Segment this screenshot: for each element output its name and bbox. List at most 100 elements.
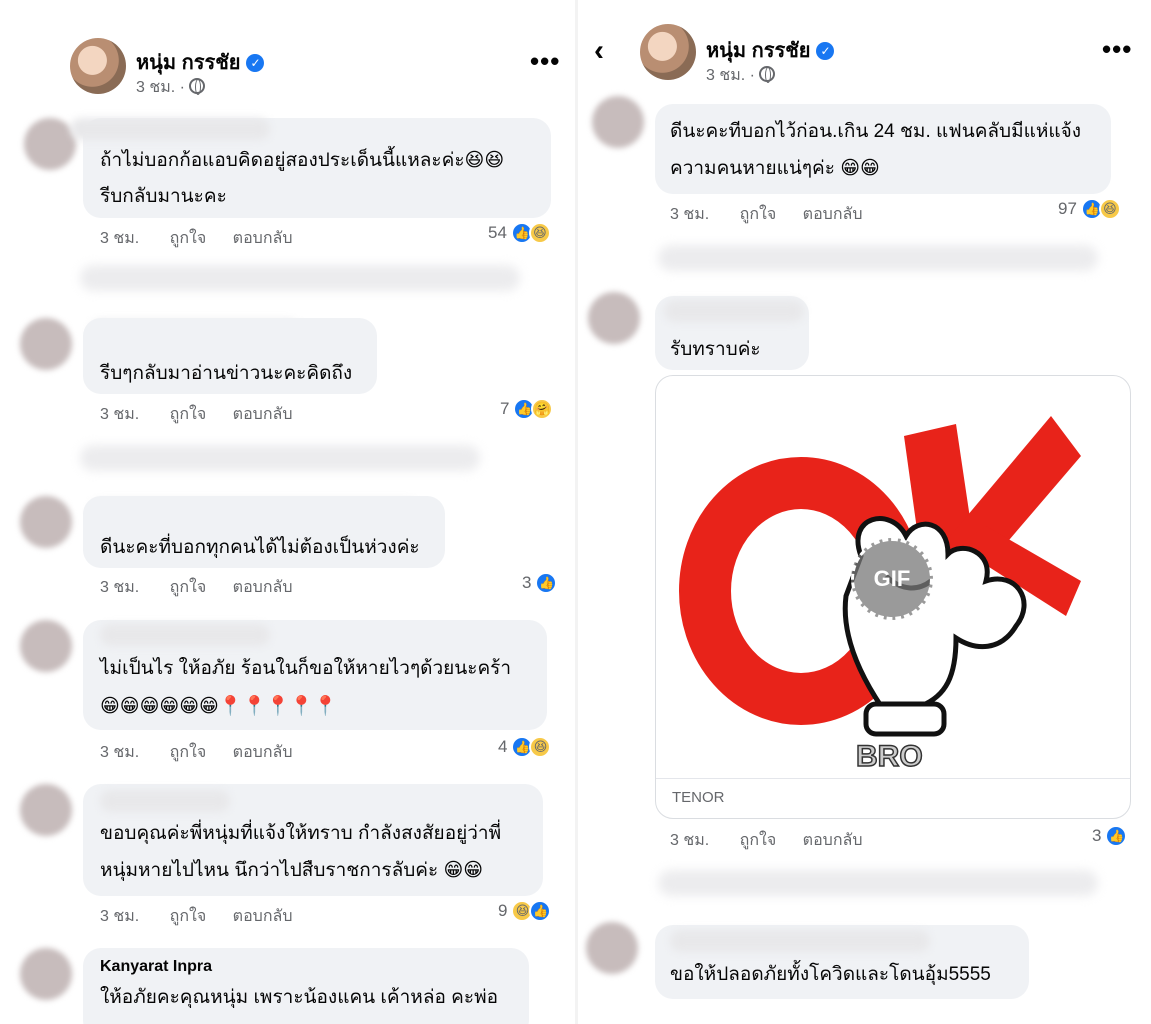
reaction-count: 3 [1092, 826, 1102, 845]
blurred-hidden-comment [658, 870, 1098, 896]
reply-button[interactable]: ตอบกลับ [233, 904, 293, 929]
comment-time[interactable]: 3 ชม. [100, 904, 139, 929]
reaction-summary[interactable]: 9 😆 👍 [498, 900, 552, 922]
comment-time[interactable]: 3 ชม. [100, 740, 139, 765]
reaction-count: 54 [488, 223, 507, 242]
comment-text-line: ขอบคุณค่ะพี่หนุ่มที่แจ้งให้ทราบ กำลังสงส… [100, 823, 502, 844]
comment-time[interactable]: 3 ชม. [100, 226, 139, 251]
like-button[interactable]: ถูกใจ [170, 226, 207, 251]
comment-time[interactable]: 3 ชม. [100, 402, 139, 427]
reaction-summary[interactable]: 97 👍 😆 [1058, 198, 1121, 220]
haha-icon: 😆 [529, 736, 552, 758]
comment-text-line: ขอให้ปลอดภัยทั้งโควิดและโดนอุ้ม5555 [670, 964, 991, 985]
comment-text-line: 😁😁😁😁😁😁📍📍📍📍📍 [100, 696, 338, 717]
comment-time[interactable]: 3 ชม. [670, 202, 709, 227]
comment-actions: 3 ชม. ถูกใจ ตอบกลับ [100, 402, 292, 427]
comment-text-line: หนุ่มหายไปไหน นึกว่าไปสืบราชการลับค่ะ 😁😁 [100, 860, 484, 881]
verified-badge-icon: ✓ [246, 54, 265, 72]
commenter-avatar[interactable] [20, 496, 72, 548]
author-name[interactable]: หนุ่ม กรรชัย ✓ [136, 46, 265, 78]
more-options-icon[interactable]: ••• [530, 46, 560, 77]
like-icon: 👍 [535, 572, 558, 594]
reaction-count: 97 [1058, 199, 1077, 218]
haha-icon: 😆 [528, 222, 551, 244]
gif-footer: TENOR [656, 778, 1130, 818]
reaction-count: 3 [522, 573, 532, 592]
commenter-avatar[interactable] [20, 948, 72, 1000]
verified-badge-icon: ✓ [816, 42, 835, 60]
blurred-commenter-name [100, 624, 270, 646]
like-button[interactable]: ถูกใจ [170, 740, 207, 765]
commenter-name[interactable]: Kanyarat Inpra [100, 958, 212, 976]
left-screenshot-panel: หนุ่ม กรรชัย ✓ 3 ชม. · ••• ถ้าไม่บอกก้อแอ… [0, 0, 575, 1024]
like-button[interactable]: ถูกใจ [740, 202, 777, 227]
post-header: หนุ่ม กรรชัย ✓ 3 ชม. · ••• [0, 0, 575, 108]
gif-brand-text: BRO [856, 740, 923, 773]
comment-actions: 3 ชม. ถูกใจ ตอบกลับ [100, 904, 292, 929]
post-header: ‹ หนุ่ม กรรชัย ✓ 3 ชม. · ••• [578, 0, 1151, 108]
author-avatar[interactable] [640, 24, 696, 80]
comment-text-line: ไม่เป็นไร ให้อภัย ร้อนในก็ขอให้หายไวๆด้ว… [100, 658, 512, 679]
author-name-text[interactable]: หนุ่ม กรรชัย [136, 52, 240, 74]
commenter-avatar[interactable] [592, 96, 644, 148]
gif-source[interactable]: TENOR [672, 789, 725, 806]
blurred-hidden-comment [80, 265, 520, 291]
reaction-count: 7 [500, 399, 510, 418]
haha-icon: 😆 [1098, 198, 1121, 220]
commenter-avatar[interactable] [588, 292, 640, 344]
comment-text-line: ถ้าไม่บอกก้อแอบคิดอยู่สองประเด็นนี้แหละค… [100, 150, 505, 171]
reaction-summary[interactable]: 54 👍 😆 [488, 222, 551, 244]
comment-text-line: รีบๆกลับมาอ่านข่าวนะคะคิดถึง [100, 363, 353, 384]
commenter-avatar[interactable] [24, 118, 76, 170]
reply-button[interactable]: ตอบกลับ [803, 202, 863, 227]
blurred-hidden-comment [658, 245, 1098, 271]
right-screenshot-panel: ‹ หนุ่ม กรรชัย ✓ 3 ชม. · ••• ดีนะคะทีบอกไ… [578, 0, 1151, 1024]
more-options-icon[interactable]: ••• [1102, 34, 1132, 65]
globe-icon [188, 78, 205, 95]
reaction-summary[interactable]: 4 👍 😆 [498, 736, 552, 758]
comment-actions: 3 ชม. ถูกใจ ตอบกลับ [670, 202, 862, 227]
commenter-avatar[interactable] [20, 318, 72, 370]
reaction-count: 4 [498, 737, 508, 756]
blurred-commenter-name [664, 300, 804, 322]
globe-icon [758, 66, 775, 83]
comment-text-line: รับทราบค่ะ [670, 339, 761, 360]
reply-button[interactable]: ตอบกลับ [233, 226, 293, 251]
comment-time[interactable]: 3 ชม. [100, 575, 139, 600]
author-name-text[interactable]: หนุ่ม กรรชัย [706, 40, 810, 62]
post-time[interactable]: 3 ชม. · [706, 67, 755, 84]
comment-text-line: ดีนะคะที่บอกทุกคนได้ไม่ต้องเป็นห่วงค่ะ [100, 537, 420, 558]
reply-button[interactable]: ตอบกลับ [803, 828, 863, 853]
comment-actions: 3 ชม. ถูกใจ ตอบกลับ [100, 740, 292, 765]
commenter-avatar[interactable] [20, 784, 72, 836]
comment-time[interactable]: 3 ชม. [670, 828, 709, 853]
author-avatar[interactable] [70, 38, 126, 94]
blurred-commenter-name [670, 930, 930, 952]
commenter-avatar[interactable] [20, 620, 72, 672]
like-button[interactable]: ถูกใจ [170, 575, 207, 600]
blurred-commenter-name [70, 118, 270, 140]
comment-text-line: ดีนะคะทีบอกไว้ก่อน.เกิน 24 ชม. แฟนคลับมี… [670, 121, 1082, 142]
author-name[interactable]: หนุ่ม กรรชัย ✓ [706, 34, 835, 66]
reaction-summary[interactable]: 3 👍 [1092, 825, 1128, 847]
like-button[interactable]: ถูกใจ [740, 828, 777, 853]
comment-text-line: รีบกลับมานะคะ [100, 186, 227, 207]
like-button[interactable]: ถูกใจ [170, 402, 207, 427]
gif-attachment[interactable]: BRO GIF TENOR [655, 375, 1131, 819]
gif-play-badge[interactable]: GIF [851, 538, 933, 620]
comment-actions: 3 ชม. ถูกใจ ตอบกลับ [670, 828, 862, 853]
commenter-avatar[interactable] [586, 922, 638, 974]
like-icon: 👍 [529, 900, 552, 922]
reaction-summary[interactable]: 3 👍 [522, 572, 558, 594]
like-button[interactable]: ถูกใจ [170, 904, 207, 929]
comment-text-line: ให้อภัยคะคุณหนุ่ม เพราะน้องแคน เค้าหล่อ … [100, 987, 499, 1008]
post-time[interactable]: 3 ชม. · [136, 79, 185, 96]
comment-actions: 3 ชม. ถูกใจ ตอบกลับ [100, 575, 292, 600]
back-arrow-icon[interactable]: ‹ [594, 34, 604, 68]
like-icon: 👍 [1105, 825, 1128, 847]
reply-button[interactable]: ตอบกลับ [233, 575, 293, 600]
comment-actions: 3 ชม. ถูกใจ ตอบกลับ [100, 226, 292, 251]
reaction-summary[interactable]: 7 👍 🤗 [500, 398, 554, 420]
reply-button[interactable]: ตอบกลับ [233, 402, 293, 427]
reply-button[interactable]: ตอบกลับ [233, 740, 293, 765]
